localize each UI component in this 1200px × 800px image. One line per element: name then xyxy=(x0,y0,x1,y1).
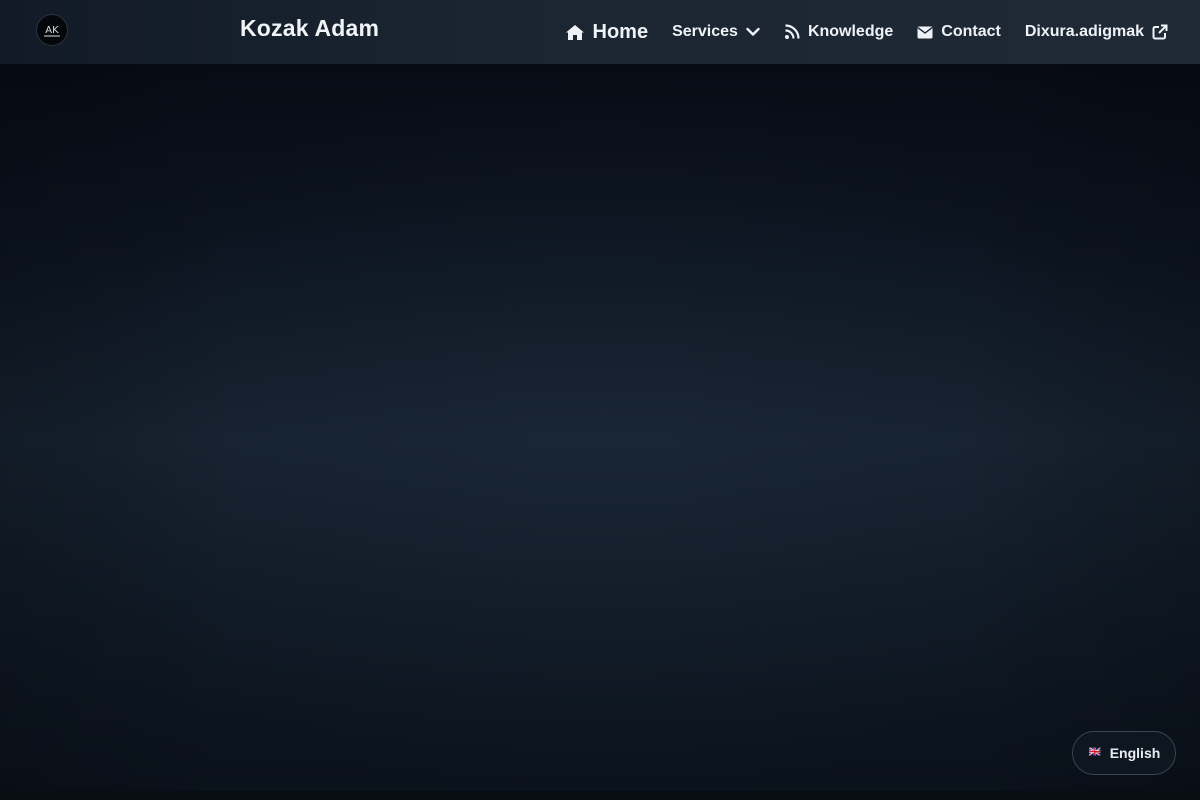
nav-home[interactable]: Home xyxy=(565,20,649,44)
language-label: English xyxy=(1109,745,1161,761)
feed-icon xyxy=(784,24,800,39)
brand-name[interactable]: Kozak Adam xyxy=(240,15,379,42)
nav-services[interactable]: Services xyxy=(672,23,760,41)
background-gradient xyxy=(0,0,1200,800)
page: AK Kozak Adam Home Services Knowledge Co… xyxy=(0,0,1200,800)
nav-contact[interactable]: Contact xyxy=(917,23,1001,41)
nav-services-label: Services xyxy=(672,23,738,40)
svg-text:AK: AK xyxy=(45,25,59,36)
top-navigation-bar: AK Kozak Adam Home Services Knowledge Co… xyxy=(0,0,1200,64)
language-selector[interactable]: 🇬🇧 English xyxy=(1072,731,1176,775)
envelope-icon xyxy=(917,26,933,38)
bottom-strip xyxy=(0,791,1200,800)
nav-contact-label: Contact xyxy=(941,23,1001,40)
home-icon xyxy=(565,24,584,40)
nav-external-link[interactable]: Dixura.adigmak xyxy=(1025,23,1168,41)
external-link-icon xyxy=(1152,24,1168,40)
nav-knowledge-label: Knowledge xyxy=(807,23,894,40)
nav-home-label: Home xyxy=(592,20,649,43)
nav-knowledge[interactable]: Knowledge xyxy=(784,23,893,41)
main-nav: Home Services Knowledge Contact Dixura.a… xyxy=(565,0,1168,64)
site-logo[interactable]: AK xyxy=(37,15,67,45)
logo-monogram-icon: AK xyxy=(44,25,60,37)
nav-external-label: Dixura.adigmak xyxy=(1024,23,1144,40)
flag-icon: 🇬🇧 xyxy=(1088,747,1101,758)
chevron-down-icon xyxy=(746,27,760,36)
